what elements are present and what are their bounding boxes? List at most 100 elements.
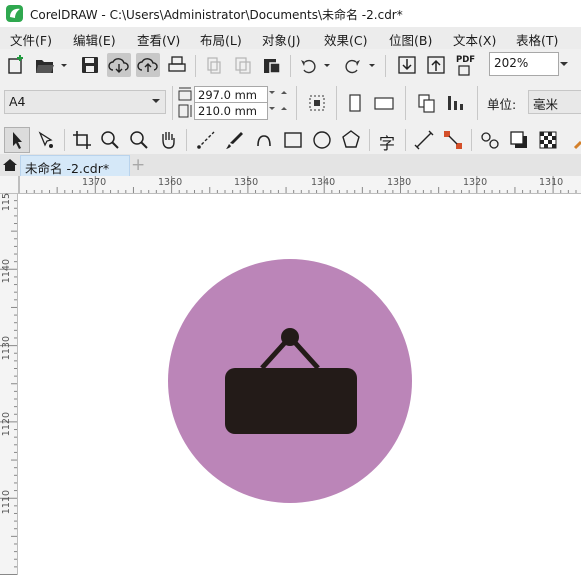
undo-dropdown-icon[interactable]	[323, 53, 331, 77]
add-tab-button[interactable]: +	[131, 155, 145, 175]
toolbar-separator	[186, 129, 187, 151]
menu-edit[interactable]: 编辑(E)	[73, 30, 116, 49]
dimension-tool-button[interactable]	[412, 128, 436, 152]
cloud-upload-button[interactable]	[136, 53, 160, 77]
drop-shadow-tool-button[interactable]	[507, 128, 531, 152]
zoom-tool-button[interactable]	[98, 128, 122, 152]
toolbar-separator	[369, 129, 370, 151]
save-button[interactable]	[78, 53, 102, 77]
page-height-value: 210.0 mm	[198, 104, 257, 118]
text-tool-glyph: 字	[379, 134, 396, 153]
import-button[interactable]	[395, 53, 419, 77]
landscape-button[interactable]	[372, 91, 396, 115]
toolbar-separator	[405, 86, 406, 120]
toolbar-separator	[405, 129, 406, 151]
text-tool-button[interactable]: 字	[375, 128, 399, 153]
ruler-tick-label: 1110	[1, 490, 12, 515]
ruler-tick-label: 1340	[311, 177, 336, 188]
menu-layout[interactable]: 布局(L)	[200, 30, 242, 49]
open-dropdown-icon[interactable]	[60, 53, 68, 77]
pen-tool-button[interactable]	[252, 128, 276, 152]
drawing-canvas[interactable]	[18, 194, 581, 575]
paste-button[interactable]	[260, 53, 284, 77]
ruler-tick-label: 1130	[1, 336, 12, 361]
page-height-stepper[interactable]	[267, 102, 289, 118]
zoom-dropdown-icon[interactable]	[556, 52, 572, 76]
ruler-tick-label: 1370	[82, 177, 107, 188]
page-width-value: 297.0 mm	[198, 88, 257, 102]
shape-tool-button[interactable]	[34, 128, 58, 152]
blend-tool-button[interactable]	[478, 128, 502, 152]
export-button[interactable]	[424, 53, 448, 77]
toolbar-separator	[477, 86, 478, 120]
ellipse-tool-button[interactable]	[310, 128, 334, 152]
redo-dropdown-icon[interactable]	[368, 53, 376, 77]
ruler-tick-label: 115	[1, 193, 12, 212]
polygon-tool-button[interactable]	[339, 128, 363, 152]
menu-view[interactable]: 查看(V)	[137, 30, 180, 49]
new-document-button[interactable]	[5, 53, 29, 77]
all-pages-button[interactable]	[415, 91, 439, 115]
crop-tool-button[interactable]	[70, 128, 94, 152]
chevron-down-icon	[152, 99, 160, 103]
menu-file[interactable]: 文件(F)	[10, 30, 52, 49]
toolbar-separator	[172, 86, 173, 120]
freehand-tool-button[interactable]	[194, 128, 218, 152]
toolbar-separator	[290, 55, 291, 77]
page-width-stepper[interactable]	[267, 86, 289, 102]
home-icon[interactable]	[2, 157, 18, 173]
ruler-tick-label: 1120	[1, 412, 12, 437]
menu-object[interactable]: 对象(J)	[262, 30, 300, 49]
toolbar-separator	[195, 55, 196, 77]
current-page-button[interactable]	[444, 91, 468, 115]
menu-effects[interactable]: 效果(C)	[324, 30, 367, 49]
connector-tool-button[interactable]	[441, 128, 465, 152]
document-tab[interactable]: 未命名 -2.cdr*	[20, 155, 130, 177]
ruler-tick-label: 1360	[158, 177, 183, 188]
pdf-label: PDF	[456, 55, 476, 65]
ruler-tick-label: 1310	[539, 177, 564, 188]
print-button[interactable]	[165, 53, 189, 77]
window-title: CorelDRAW - C:\Users\Administrator\Docum…	[30, 8, 403, 22]
page-size-select[interactable]: A4	[4, 90, 166, 114]
color-eyedropper-tool-button[interactable]	[565, 128, 581, 152]
publish-pdf-button[interactable]: PDF	[453, 53, 477, 77]
horizontal-ruler[interactable]: 1370 1360 1350 1340 1330 1320 1310	[17, 176, 581, 194]
page-height-input[interactable]: 210.0 mm	[194, 102, 268, 120]
open-folder-button[interactable]	[33, 53, 57, 77]
undo-button[interactable]	[297, 53, 321, 77]
title-bar: CorelDRAW - C:\Users\Administrator\Docum…	[0, 0, 581, 27]
zoom-out-tool-button[interactable]	[127, 128, 151, 152]
rectangle-tool-button[interactable]	[281, 128, 305, 152]
artwork	[168, 259, 412, 503]
toolbar-separator	[296, 86, 297, 120]
vertical-ruler[interactable]: 115 1140 1130 1120 1110	[0, 193, 18, 575]
zoom-level-value: 202%	[494, 56, 529, 70]
portrait-button[interactable]	[343, 91, 367, 115]
ruler-origin[interactable]	[0, 176, 18, 194]
toolbar-separator	[336, 86, 337, 120]
redo-button[interactable]	[340, 53, 364, 77]
ruler-tick-label: 1140	[1, 259, 12, 284]
ruler-tick-label: 1350	[234, 177, 259, 188]
cut-button[interactable]	[202, 53, 226, 77]
pan-tool-button[interactable]	[156, 128, 180, 152]
copy-button[interactable]	[231, 53, 255, 77]
toolbar-separator	[471, 129, 472, 151]
units-value: 毫米	[533, 97, 559, 112]
page-layout-button[interactable]	[305, 91, 329, 115]
menu-text[interactable]: 文本(X)	[453, 30, 496, 49]
page-width-icon	[178, 87, 192, 101]
menu-bitmaps[interactable]: 位图(B)	[389, 30, 432, 49]
menu-table[interactable]: 表格(T)	[516, 30, 558, 49]
artistic-media-tool-button[interactable]	[223, 128, 247, 152]
units-select[interactable]: 毫米	[528, 90, 581, 114]
page-height-icon	[178, 104, 192, 118]
zoom-level-input[interactable]: 202%	[489, 52, 559, 76]
pick-tool-button[interactable]	[4, 127, 30, 153]
cloud-download-button[interactable]	[107, 53, 131, 77]
ruler-tick-label: 1320	[463, 177, 488, 188]
menu-bar: 文件(F) 编辑(E) 查看(V) 布局(L) 对象(J) 效果(C) 位图(B…	[0, 27, 581, 49]
document-tab-label: 未命名 -2.cdr*	[25, 161, 110, 176]
transparency-tool-button[interactable]	[536, 128, 560, 152]
